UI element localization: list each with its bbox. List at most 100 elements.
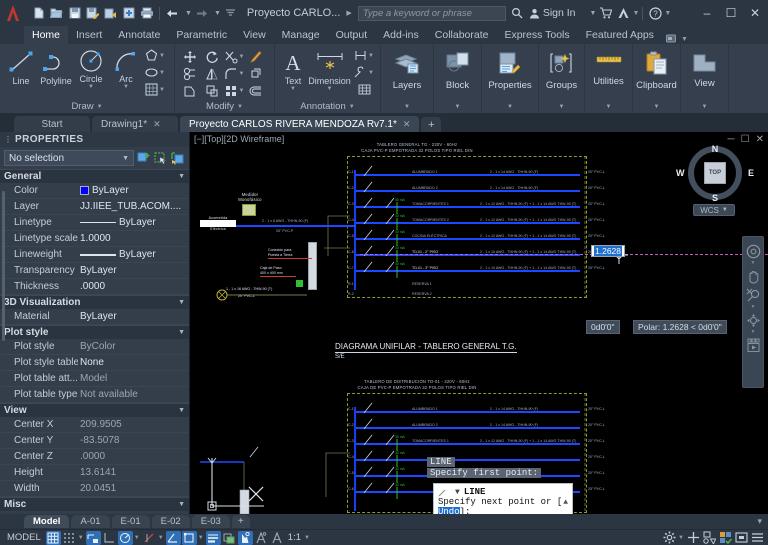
autoscale-icon[interactable] — [270, 531, 285, 545]
clipboard-panel-expand-icon[interactable]: ▼ — [654, 104, 660, 110]
close-icon[interactable]: ✕ — [403, 119, 411, 130]
ribbon-tab-featured-apps[interactable]: Featured Apps — [578, 26, 662, 44]
transparency-icon[interactable] — [222, 531, 237, 545]
hatch-dropdown-icon[interactable]: ▼ — [159, 87, 165, 93]
dim-style-dropdown-icon[interactable]: ▼ — [368, 53, 374, 59]
property-row-lineweight[interactable]: Lineweight ByLayer — [0, 247, 189, 263]
osnap-dropdown-icon[interactable]: ▼ — [198, 535, 205, 541]
view-button[interactable]: View — [685, 47, 724, 99]
utilities-button[interactable]: Utilities — [589, 47, 628, 99]
trim-button[interactable]: ▼ — [223, 48, 245, 65]
file-tab-start[interactable]: Start — [14, 116, 90, 132]
polar-dropdown-icon[interactable]: ▼ — [134, 535, 141, 541]
annotation-scale-dropdown-icon[interactable]: ▼ — [304, 535, 311, 541]
minimize-icon[interactable]: ─ — [728, 134, 735, 145]
property-row-linetype[interactable]: Linetype ByLayer — [0, 215, 189, 231]
property-group-3d-visualization[interactable]: 3D Visualization ▼ — [0, 295, 189, 309]
ribbon-tab-manage[interactable]: Manage — [274, 26, 328, 44]
property-row-plot-table-type[interactable]: Plot table type Not available — [0, 387, 189, 403]
arc-button[interactable]: Arc ▼ — [109, 47, 143, 90]
polygon-dropdown-icon[interactable]: ▼ — [159, 53, 165, 59]
copy-button[interactable] — [179, 65, 201, 82]
redo-dropdown-icon[interactable]: ▼ — [214, 10, 221, 17]
close-icon[interactable]: ✕ — [153, 119, 161, 130]
chevron-down-icon[interactable]: ▼ — [178, 173, 185, 180]
open-folder-icon[interactable] — [48, 4, 65, 22]
view-cube-east[interactable]: E — [748, 168, 754, 178]
help-icon[interactable]: ? — [646, 4, 664, 22]
arc-dropdown-icon[interactable]: ▼ — [123, 84, 129, 90]
pickadd-icon[interactable] — [171, 151, 185, 165]
layout-tab-e-01[interactable]: E-01 — [111, 515, 150, 528]
grid-icon[interactable] — [45, 530, 61, 545]
property-row-layer[interactable]: Layer JJ.IIEE_TUB.ACOM.... — [0, 199, 189, 215]
layout-tab-a-01[interactable]: A-01 — [71, 515, 110, 528]
array-button[interactable]: ▼ — [223, 82, 245, 99]
minimize-button[interactable]: – — [696, 1, 718, 25]
scale-button[interactable] — [201, 82, 223, 99]
property-group-plot-style[interactable]: Plot style ▼ — [0, 325, 189, 339]
model-space-button[interactable]: MODEL — [3, 532, 45, 543]
groups-button[interactable]: Groups — [543, 47, 580, 99]
ribbon-tab-collaborate[interactable]: Collaborate — [427, 26, 497, 44]
maximize-button[interactable]: ☐ — [720, 1, 742, 25]
properties-scroll-area[interactable]: General ▼ Color ByLayer Layer JJ.IIEE_TU… — [0, 169, 189, 514]
ellipse-button[interactable]: ▼ — [144, 64, 166, 81]
fillet-dropdown-icon[interactable]: ▼ — [239, 71, 245, 77]
property-row-width[interactable]: Width 20.0451 — [0, 481, 189, 497]
trim-dropdown-icon[interactable]: ▼ — [239, 54, 245, 60]
ribbon-panel-switch-icon[interactable]: ▼ — [665, 34, 688, 44]
property-row-plot-style[interactable]: Plot style ByColor — [0, 339, 189, 355]
new-layout-button[interactable]: + — [231, 515, 250, 528]
polyline-button[interactable]: Polyline — [39, 47, 73, 86]
leader-dropdown-icon[interactable]: ▼ — [368, 70, 374, 76]
view-cube-face[interactable]: TOP — [704, 162, 726, 184]
circle-button[interactable]: Circle ▼ — [74, 47, 108, 90]
circle-dropdown-icon[interactable]: ▼ — [88, 84, 94, 90]
palette-grip-icon[interactable]: ⋮ — [4, 135, 12, 144]
view-cube[interactable]: TOP N S E W — [676, 144, 754, 203]
graphics-perf-icon[interactable] — [718, 531, 733, 545]
stretch-button[interactable] — [179, 82, 201, 99]
ribbon-tab-parametric[interactable]: Parametric — [168, 26, 235, 44]
fillet-button[interactable]: ▼ — [223, 65, 245, 82]
line-button[interactable]: Line — [4, 47, 38, 86]
property-value-cell[interactable]: ByLayer — [78, 249, 189, 260]
command-options-expand-icon[interactable]: ▲ — [563, 498, 568, 507]
orbit-dropdown-icon[interactable]: ▼ — [751, 330, 756, 335]
view-panel-label[interactable]: ▼ — [681, 100, 728, 113]
isodraft-icon[interactable] — [142, 531, 157, 545]
isolate-icon[interactable] — [702, 531, 717, 545]
qat-dropdown-icon[interactable] — [222, 4, 239, 22]
block-button[interactable]: Block — [438, 47, 477, 99]
utilities-panel-label[interactable]: ▼ — [585, 100, 632, 113]
clipboard-panel-label[interactable]: ▼ — [633, 100, 680, 113]
property-row-center-z[interactable]: Center Z .0000 — [0, 449, 189, 465]
modify-panel-label[interactable]: Modify ▼ — [175, 100, 274, 113]
property-group-misc[interactable]: Misc ▼ — [0, 497, 189, 511]
snap-dropdown-icon[interactable]: ▼ — [78, 535, 85, 541]
sign-in-button[interactable]: Sign In — [529, 7, 576, 19]
isodraft-dropdown-icon[interactable]: ▼ — [158, 535, 165, 541]
layers-panel-expand-icon[interactable]: ▼ — [404, 104, 410, 110]
property-row-center-y[interactable]: Center Y -83.5078 — [0, 433, 189, 449]
chevron-down-icon[interactable]: ▼ — [178, 407, 185, 414]
layers-button[interactable]: Layers — [385, 47, 429, 99]
property-row-height[interactable]: Height 13.6141 — [0, 465, 189, 481]
annotation-scale[interactable]: 1:1 — [286, 532, 303, 543]
save-icon[interactable] — [66, 4, 83, 22]
properties-button[interactable]: Properties — [486, 47, 534, 99]
leader-button[interactable]: ▼ — [352, 64, 376, 81]
property-value-cell[interactable]: ByLayer — [78, 185, 189, 196]
snap-dots-icon[interactable] — [62, 531, 77, 545]
text-button[interactable]: A Text ▼ — [279, 47, 307, 92]
view-cube-west[interactable]: W — [676, 168, 685, 178]
osnap-icon[interactable] — [181, 530, 197, 545]
ribbon-tab-addins[interactable]: Add-ins — [375, 26, 427, 44]
osnap-track-icon[interactable] — [165, 530, 181, 545]
offset-button[interactable] — [245, 82, 267, 99]
ribbon-tab-insert[interactable]: Insert — [68, 26, 110, 44]
draw-panel-label[interactable]: Draw ▼ — [0, 100, 174, 113]
modify-panel-expand-icon[interactable]: ▼ — [237, 104, 243, 110]
explode-button[interactable] — [245, 65, 267, 82]
